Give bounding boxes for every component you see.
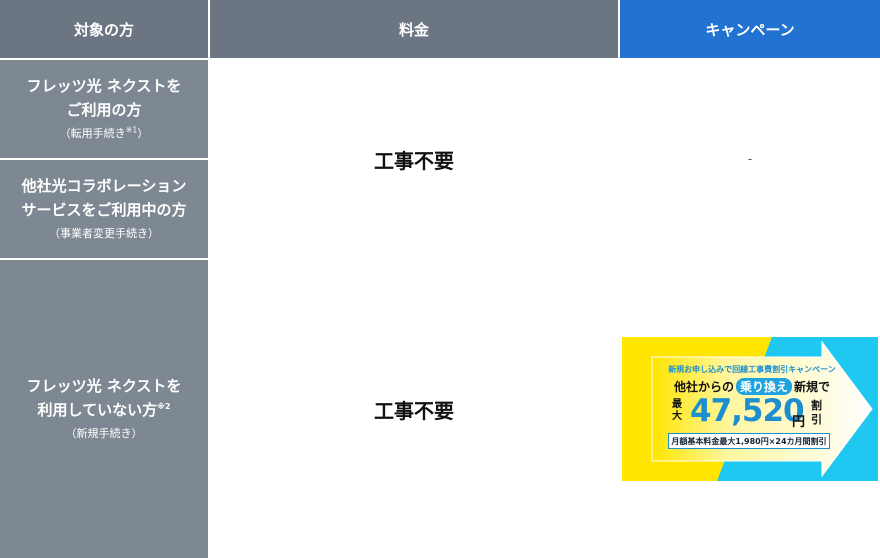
banner-headline: 新規お申し込みで回線工事費割引キャンペーン <box>668 365 836 374</box>
footnote-mark: ※1 <box>125 125 138 135</box>
header-fee: 料金 <box>210 0 618 58</box>
target-title: 他社光コラボレーション サービスをご利用中の方 <box>21 174 186 222</box>
footnote-mark: ※2 <box>157 402 171 411</box>
target-title-line2: サービスをご利用中の方 <box>21 201 187 219</box>
banner-content: 新規お申し込みで回線工事費割引キャンペーン 他社からの 乗り換え 新規で 最大 47… <box>622 337 878 481</box>
discount-amount: 47,520 <box>690 393 805 429</box>
header-target: 対象の方 <box>0 0 208 58</box>
discount-label: 割引 <box>811 399 822 426</box>
target-note: （転用手続き※1） <box>60 124 149 144</box>
banner-subhead-suffix: 新規で <box>794 380 831 394</box>
target-note-end: ） <box>137 127 149 140</box>
yen-label: 円 <box>792 415 806 430</box>
max-label: 最大 <box>672 399 682 422</box>
target-row-operator-change: 他社光コラボレーション サービスをご利用中の方 （事業者変更手続き） <box>0 160 208 258</box>
target-title-line1: 他社光コラボレーション <box>21 177 187 195</box>
target-title-line1: フレッツ光 ネクストを <box>26 77 182 95</box>
header-campaign: キャンペーン <box>620 0 880 58</box>
target-row-new: フレッツ光 ネクストを 利用していない方※2 （新規手続き） <box>0 260 208 558</box>
target-note: （事業者変更手続き） <box>49 227 159 240</box>
target-title-line2: 利用していない方 <box>37 401 158 419</box>
fee-cell-no-construction-new: 工事不要 <box>374 398 454 423</box>
campaign-none: - <box>747 152 753 166</box>
banner-subhead-prefix: 他社からの <box>673 380 734 394</box>
target-note-text: （転用手続き <box>59 127 126 140</box>
target-title-line1: フレッツ光 ネクストを <box>26 377 182 395</box>
fee-cell-no-construction: 工事不要 <box>374 148 454 173</box>
target-title: フレッツ光 ネクストを ご利用の方 <box>27 74 182 122</box>
target-note: （新規手続き） <box>65 427 143 440</box>
target-title: フレッツ光 ネクストを 利用していない方※2 <box>27 374 182 422</box>
target-row-transfer: フレッツ光 ネクストを ご利用の方 （転用手続き※1） <box>0 60 208 158</box>
campaign-banner[interactable]: 新規お申し込みで回線工事費割引キャンペーン 他社からの 乗り換え 新規で 最大 47… <box>622 337 878 481</box>
target-title-line2: ご利用の方 <box>66 101 142 119</box>
monthly-discount-box: 月額基本料金最大1,980円×24カ月間割引 <box>668 433 830 449</box>
